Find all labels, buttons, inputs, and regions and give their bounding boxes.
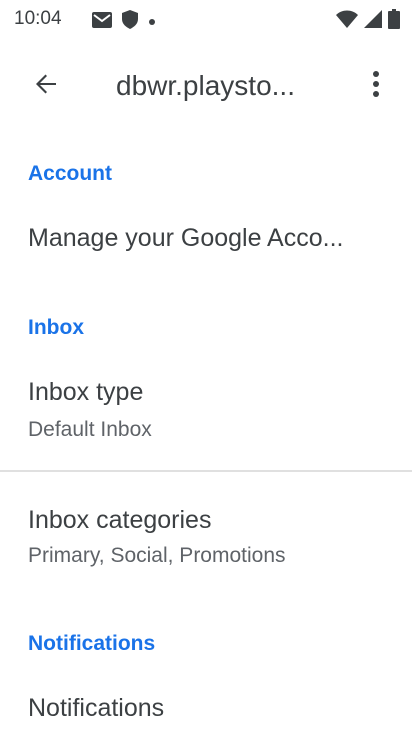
system-icons xyxy=(336,9,400,34)
section-header-inbox: Inbox xyxy=(28,316,84,339)
back-button[interactable] xyxy=(24,68,68,104)
dot-icon xyxy=(148,13,156,31)
section-header-account: Account xyxy=(28,162,112,185)
notification-icons xyxy=(92,10,156,34)
inbox-type-value: Default Inbox xyxy=(28,418,152,441)
status-time: 10:04 xyxy=(14,8,62,29)
manage-account-row[interactable]: Manage your Google Acco... xyxy=(0,200,412,280)
battery-icon xyxy=(388,9,400,34)
inbox-categories-value: Primary, Social, Promotions xyxy=(28,544,286,567)
inbox-categories-row[interactable]: Inbox categories Primary, Social, Promot… xyxy=(0,488,412,594)
arrow-left-icon xyxy=(35,73,57,100)
divider xyxy=(0,470,412,472)
status-bar: 10:04 xyxy=(0,0,412,40)
gmail-icon xyxy=(92,11,112,33)
app-title: dbwr.playsto... xyxy=(116,70,295,101)
inbox-type-row[interactable]: Inbox type Default Inbox xyxy=(0,360,412,466)
notifications-title: Notifications xyxy=(28,694,165,722)
more-vert-icon xyxy=(372,70,380,103)
wifi-icon xyxy=(336,10,358,33)
shield-icon xyxy=(122,10,138,34)
notifications-row[interactable]: Notifications xyxy=(0,676,412,732)
section-header-notifications: Notifications xyxy=(28,632,156,655)
inbox-type-title: Inbox type xyxy=(28,378,144,406)
more-options-button[interactable] xyxy=(360,68,392,104)
app-bar: dbwr.playsto... xyxy=(0,48,412,124)
inbox-categories-title: Inbox categories xyxy=(28,506,212,534)
signal-icon xyxy=(364,10,382,33)
manage-account-label: Manage your Google Acco... xyxy=(28,224,344,252)
